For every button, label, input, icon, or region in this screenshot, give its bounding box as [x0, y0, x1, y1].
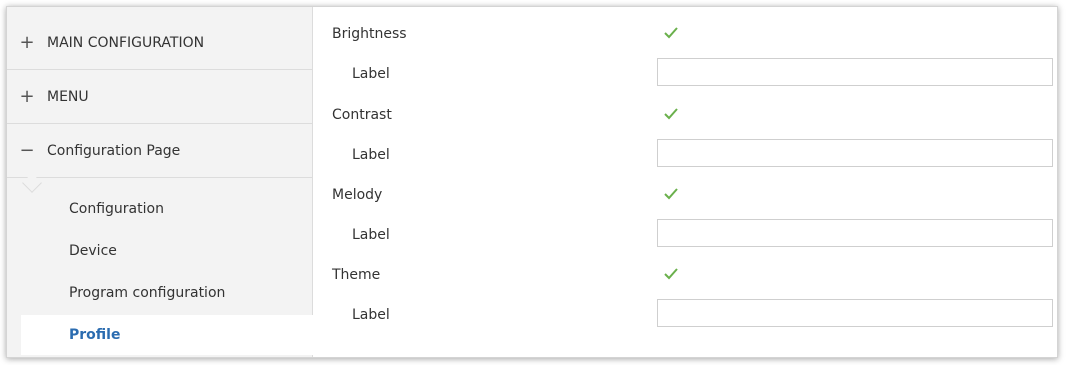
sidebar-item-profile[interactable]: Profile — [21, 315, 313, 355]
brightness-label: Brightness — [332, 26, 407, 42]
melody-label-row: Label — [314, 217, 1057, 257]
section-menu[interactable]: + MENU — [7, 70, 313, 124]
section-main-configuration[interactable]: + MAIN CONFIGURATION — [7, 16, 313, 70]
section-label: MENU — [47, 88, 89, 105]
check-icon — [664, 268, 678, 280]
melody-label-input[interactable] — [657, 219, 1053, 247]
window: + MAIN CONFIGURATION + MENU − Configurat… — [6, 6, 1058, 358]
settings-panel: Brightness Label Contrast Label Melody L… — [314, 7, 1057, 357]
sidebar-item-configuration[interactable]: Configuration — [7, 189, 313, 229]
expand-icon: + — [19, 86, 35, 107]
sidebar: + MAIN CONFIGURATION + MENU − Configurat… — [7, 7, 313, 357]
collapse-icon: − — [19, 140, 35, 161]
check-icon — [664, 188, 678, 200]
melody-row: Melody — [314, 177, 1057, 217]
contrast-label-row: Label — [314, 137, 1057, 177]
label-caption: Label — [352, 227, 390, 243]
brightness-checkbox[interactable] — [662, 24, 680, 42]
label-caption: Label — [352, 66, 390, 82]
theme-checkbox[interactable] — [662, 265, 680, 283]
check-icon — [664, 108, 678, 120]
expand-icon: + — [19, 32, 35, 53]
label-caption: Label — [352, 307, 390, 323]
section-label: MAIN CONFIGURATION — [47, 34, 205, 51]
contrast-label: Contrast — [332, 107, 392, 123]
theme-row: Theme — [314, 257, 1057, 297]
brightness-label-input[interactable] — [657, 58, 1053, 86]
theme-label-input[interactable] — [657, 299, 1053, 327]
check-icon — [664, 27, 678, 39]
contrast-label-input[interactable] — [657, 139, 1053, 167]
section-configuration-page[interactable]: − Configuration Page — [7, 124, 313, 178]
sidebar-item-device[interactable]: Device — [7, 231, 313, 271]
theme-label-row: Label — [314, 297, 1057, 337]
label-caption: Label — [352, 147, 390, 163]
melody-checkbox[interactable] — [662, 185, 680, 203]
contrast-row: Contrast — [314, 97, 1057, 137]
contrast-checkbox[interactable] — [662, 105, 680, 123]
section-label: Configuration Page — [47, 142, 181, 159]
melody-label: Melody — [332, 187, 383, 203]
sidebar-item-program-configuration[interactable]: Program configuration — [7, 273, 313, 313]
brightness-row: Brightness — [314, 16, 1057, 56]
brightness-label-row: Label — [314, 56, 1057, 96]
theme-label: Theme — [332, 267, 381, 283]
